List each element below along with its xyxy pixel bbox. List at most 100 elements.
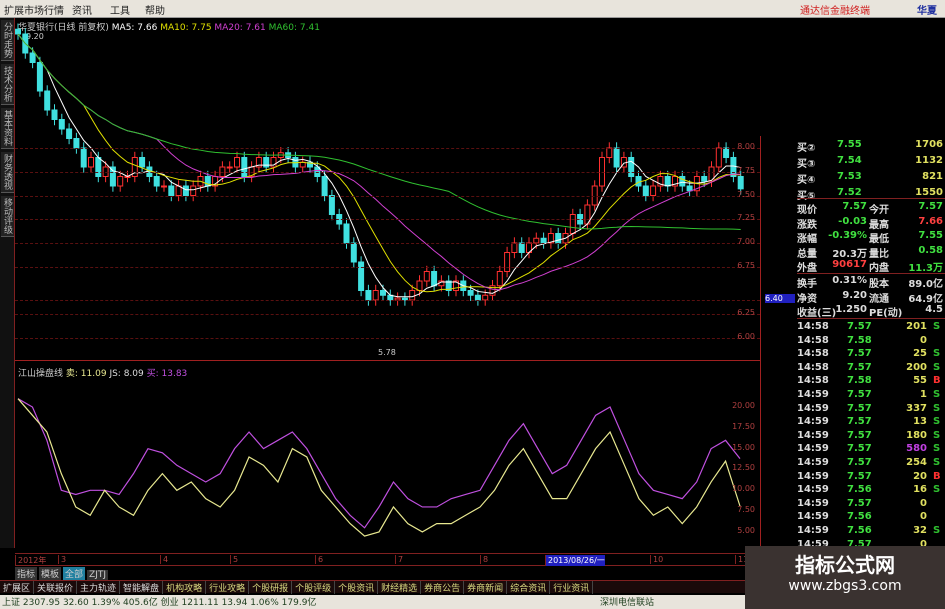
stat-row: 涨幅 -0.39% 最低 7.55: [797, 230, 944, 245]
stat-row-cell: 内盘: [869, 263, 889, 274]
tick-row-cell: 14:59: [797, 402, 829, 414]
date-tick: 6: [315, 555, 323, 564]
candle: [139, 157, 146, 168]
info-tab[interactable]: 主力轨迹: [77, 581, 121, 594]
tick-row: 14:59 7.57 180 S: [797, 430, 944, 444]
stat-row-cell: 0.58: [918, 244, 943, 256]
price-gridline: [15, 266, 760, 268]
candle: [423, 271, 430, 282]
info-tab[interactable]: 关联报价: [34, 581, 78, 594]
indicator-tab[interactable]: 模板: [39, 567, 62, 580]
info-tab[interactable]: 券商新闻: [464, 581, 508, 594]
tick-row-cell: 254: [906, 457, 927, 468]
price-gridline: [15, 314, 760, 316]
tick-row-cell: 7.57: [847, 389, 872, 400]
stat-row-cell: 89.0亿: [908, 279, 943, 290]
tick-row: 14:59 7.57 20 B: [797, 471, 944, 485]
bid-row-cell: 买⑤: [797, 191, 816, 202]
tick-row-cell: 14:58: [797, 361, 829, 373]
tick-row-cell: 7.57: [847, 348, 872, 360]
date-tick: 8: [480, 555, 488, 564]
indicator-tab[interactable]: 指标: [15, 567, 38, 580]
stat-row-cell: 最高: [869, 219, 889, 231]
info-tab[interactable]: 财经精选: [378, 581, 422, 594]
info-tab[interactable]: 行业攻略: [206, 581, 250, 594]
candle: [95, 157, 102, 177]
candle: [606, 147, 613, 158]
candle: [650, 185, 657, 196]
indicator-sell-line: [17, 398, 741, 537]
date-tick: 7: [395, 555, 403, 564]
candle: [642, 185, 649, 196]
tick-row-cell: S: [933, 443, 941, 455]
tick-row-cell: 7.57: [847, 457, 872, 468]
bid-row-cell: 买③: [797, 159, 816, 170]
date-tick: 10: [650, 555, 663, 564]
date-tick: 2013/08/26/一: [545, 555, 605, 566]
price-gridline: [15, 171, 760, 173]
info-tab[interactable]: 个股研报: [249, 581, 293, 594]
candle: [613, 147, 620, 168]
candle: [350, 242, 357, 263]
tick-row: 14:59 7.57 1 S: [797, 389, 944, 403]
candle: [161, 185, 167, 188]
candle: [628, 157, 635, 177]
info-tab[interactable]: 机构攻略: [163, 581, 207, 594]
price-gridline: [15, 243, 760, 244]
indicator-axis-label: 5.00: [737, 525, 755, 535]
stat-row-cell: 4.5: [925, 304, 943, 315]
info-tab[interactable]: 个股评级: [292, 581, 336, 594]
tick-row-cell: 201: [906, 321, 927, 332]
candle: [518, 242, 525, 253]
bid-row-cell: 7.53: [837, 171, 862, 182]
info-tab[interactable]: 个股资讯: [335, 581, 379, 594]
tick-row-cell: 0: [920, 511, 927, 523]
connection-status: 深圳电信联站: [600, 598, 655, 608]
tick-row-cell: S: [933, 429, 941, 441]
tick-row-cell: 0: [920, 497, 927, 509]
bid-row-cell: 7.54: [837, 155, 862, 166]
tick-row-cell: 7.57: [847, 443, 872, 455]
date-tick: 5: [230, 555, 238, 564]
panel-separator: [797, 273, 945, 274]
stat-row-cell: -0.39%: [828, 230, 867, 241]
stat-row-cell: 1.250: [835, 304, 867, 315]
stat-row-cell: 流通: [869, 293, 889, 305]
stat-row-cell: 净资: [797, 293, 817, 305]
watermark-url: www.zbgs3.com: [788, 578, 902, 594]
tick-row-cell: 7.57: [847, 416, 872, 428]
info-tab[interactable]: 扩展区: [0, 581, 35, 594]
stat-row-cell: 64.9亿: [908, 293, 943, 305]
info-tab[interactable]: 券商公告: [421, 581, 465, 594]
price-axis-label: 8.00: [737, 142, 755, 151]
info-tab[interactable]: 综合资讯: [507, 581, 551, 594]
stat-row-cell: 今开: [869, 205, 889, 216]
candle: [51, 109, 58, 120]
tick-row: 14:59 7.57 254 S: [797, 457, 944, 471]
stat-row-cell: 量比: [869, 248, 889, 260]
date-axis: 2012年 3 4 5 6 7 8 2013/08/26/一 10 11: [15, 553, 760, 566]
candle: [153, 176, 160, 187]
tick-row: 14:59 7.57 0: [797, 498, 944, 512]
indicator-axis-label: 7.50: [737, 505, 755, 515]
info-tab[interactable]: 行业资讯: [550, 581, 594, 594]
info-tab[interactable]: 智能解盘: [120, 581, 164, 594]
bid-row-cell: 7.52: [837, 187, 862, 198]
candle: [241, 157, 248, 177]
stat-row: 现价 7.57 今开 7.57: [797, 201, 944, 216]
stat-row: 收益(三) 1.250 PE(动) 4.5: [797, 304, 944, 319]
tick-row-cell: 7.57: [847, 429, 872, 441]
tick-row: 14:58 7.58 55 B: [797, 375, 944, 389]
indicator-axis-label: 15.00: [732, 442, 755, 452]
indicator-tab[interactable]: 全部: [63, 567, 86, 580]
bid-row-cell: 7.55: [837, 139, 862, 150]
bid-row-cell: 1132: [915, 155, 943, 166]
panel-separator: [797, 198, 945, 199]
stat-row-cell: 7.57: [918, 201, 943, 212]
indicator-tab[interactable]: ZJTJ: [87, 570, 109, 580]
candle: [569, 214, 576, 234]
tick-row-cell: 14:59: [797, 443, 829, 455]
candle: [44, 90, 51, 111]
tick-row: 14:59 7.56 32 S: [797, 525, 944, 539]
stat-row-cell: 股本: [869, 279, 889, 290]
